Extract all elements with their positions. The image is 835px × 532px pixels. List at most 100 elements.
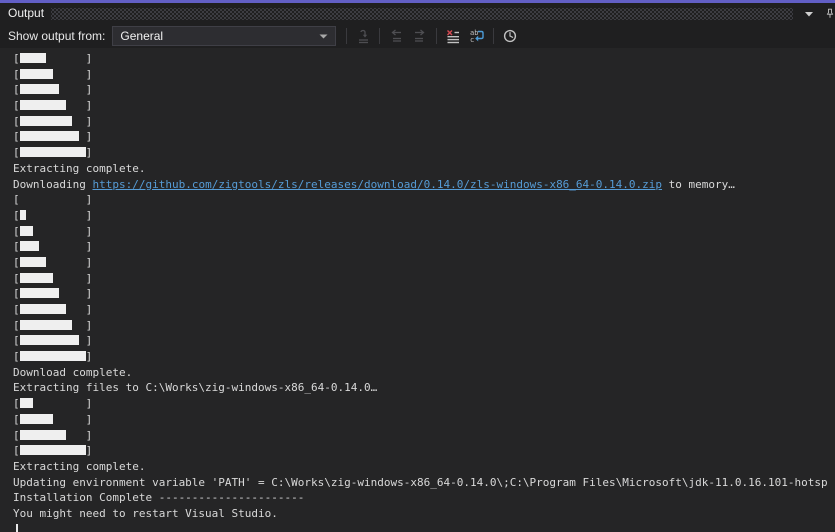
console-link-line: Downloading https://github.com/zigtools/…	[13, 177, 835, 193]
progress-bar-line: []	[13, 412, 835, 428]
arrow-left-icon	[388, 28, 404, 44]
progress-fill	[20, 147, 86, 157]
progress-bar-line: []	[13, 349, 835, 365]
progress-track	[20, 351, 86, 361]
bar-bracket-open: [	[13, 334, 20, 347]
console-text: Extracting files to C:\Works\zig-windows…	[13, 381, 377, 394]
console-link[interactable]: https://github.com/zigtools/zls/releases…	[92, 178, 662, 191]
progress-bar-line: []	[13, 51, 835, 67]
console-text: Updating environment variable 'PATH' = C…	[13, 476, 828, 489]
progress-fill	[20, 116, 73, 126]
console-text: to memory…	[662, 178, 735, 191]
progress-track	[20, 210, 86, 220]
progress-bar-line: []	[13, 286, 835, 302]
bar-bracket-close: ]	[86, 130, 93, 143]
panel-title: Output	[8, 3, 44, 24]
toolbar-separator	[346, 28, 347, 44]
console-text-line: Download complete.	[13, 365, 835, 381]
progress-track	[20, 194, 86, 204]
progress-fill	[20, 273, 53, 283]
titlebar-drag-grip[interactable]	[51, 8, 793, 20]
progress-fill	[20, 69, 53, 79]
next-message-button[interactable]	[408, 26, 432, 46]
progress-bar-line: []	[13, 396, 835, 412]
progress-bar-line: []	[13, 224, 835, 240]
console-text-line: You might need to restart Visual Studio.	[13, 506, 835, 522]
bar-bracket-open: [	[13, 130, 20, 143]
progress-track	[20, 398, 86, 408]
chevron-down-icon	[804, 11, 814, 17]
progress-fill	[20, 288, 60, 298]
word-wrap-button[interactable]: ab c	[465, 26, 489, 46]
progress-track	[20, 100, 86, 110]
bar-bracket-close: ]	[86, 52, 93, 65]
bar-bracket-open: [	[13, 146, 20, 159]
console[interactable]: [][][][][][][]Extracting complete.Downlo…	[0, 48, 835, 532]
progress-fill	[20, 226, 33, 236]
progress-bar-line: []	[13, 208, 835, 224]
window-position-button[interactable]	[800, 6, 818, 22]
bar-bracket-open: [	[13, 350, 20, 363]
console-text-line: Installation Complete ------------------…	[13, 490, 835, 506]
console-text-line: Updating environment variable 'PATH' = C…	[13, 475, 835, 491]
bar-bracket-open: [	[13, 52, 20, 65]
bar-bracket-close: ]	[86, 444, 93, 457]
toolbar-separator	[436, 28, 437, 44]
bar-bracket-close: ]	[86, 413, 93, 426]
bar-bracket-close: ]	[86, 287, 93, 300]
arrow-right-icon	[412, 28, 428, 44]
progress-fill	[20, 445, 86, 455]
clear-all-icon	[445, 28, 461, 44]
progress-bar-line: []	[13, 318, 835, 334]
progress-fill	[20, 210, 27, 220]
bar-bracket-close: ]	[86, 350, 93, 363]
progress-track	[20, 241, 86, 251]
bar-bracket-open: [	[13, 303, 20, 316]
progress-fill	[20, 241, 40, 251]
bar-bracket-close: ]	[86, 209, 93, 222]
bar-bracket-open: [	[13, 99, 20, 112]
progress-track	[20, 430, 86, 440]
bar-bracket-close: ]	[86, 319, 93, 332]
bar-bracket-close: ]	[86, 99, 93, 112]
progress-bar-line: []	[13, 302, 835, 318]
text-cursor	[16, 524, 18, 532]
bar-bracket-close: ]	[86, 240, 93, 253]
progress-track	[20, 131, 86, 141]
word-wrap-icon: ab c	[469, 28, 486, 44]
console-text-line: Extracting complete.	[13, 161, 835, 177]
progress-bar-line: []	[13, 443, 835, 459]
progress-bar-line: []	[13, 255, 835, 271]
bar-bracket-open: [	[13, 68, 20, 81]
find-message-button[interactable]	[351, 26, 375, 46]
output-source-combobox[interactable]: General	[112, 26, 336, 46]
progress-track	[20, 445, 86, 455]
progress-track	[20, 69, 86, 79]
bar-bracket-close: ]	[86, 334, 93, 347]
progress-bar-line: []	[13, 129, 835, 145]
find-message-icon	[355, 28, 371, 44]
bar-bracket-close: ]	[86, 115, 93, 128]
console-text: Download complete.	[13, 366, 132, 379]
console-text-line: Extracting files to C:\Works\zig-windows…	[13, 380, 835, 396]
progress-fill	[20, 320, 73, 330]
progress-track	[20, 320, 86, 330]
clear-all-button[interactable]	[441, 26, 465, 46]
progress-fill	[20, 398, 33, 408]
bar-bracket-close: ]	[86, 146, 93, 159]
auto-hide-pin-button[interactable]	[825, 6, 835, 22]
progress-bar-line: []	[13, 428, 835, 444]
bar-bracket-open: [	[13, 209, 20, 222]
progress-fill	[20, 351, 86, 361]
bar-bracket-close: ]	[86, 429, 93, 442]
word-wrap-glyph-c: c	[470, 36, 474, 44]
bar-bracket-open: [	[13, 413, 20, 426]
progress-track	[20, 53, 86, 63]
bar-bracket-close: ]	[86, 68, 93, 81]
show-timestamps-button[interactable]	[498, 26, 522, 46]
bar-bracket-open: [	[13, 115, 20, 128]
previous-message-button[interactable]	[384, 26, 408, 46]
bar-bracket-open: [	[13, 319, 20, 332]
toolbar-separator	[493, 28, 494, 44]
bar-bracket-open: [	[13, 444, 20, 457]
